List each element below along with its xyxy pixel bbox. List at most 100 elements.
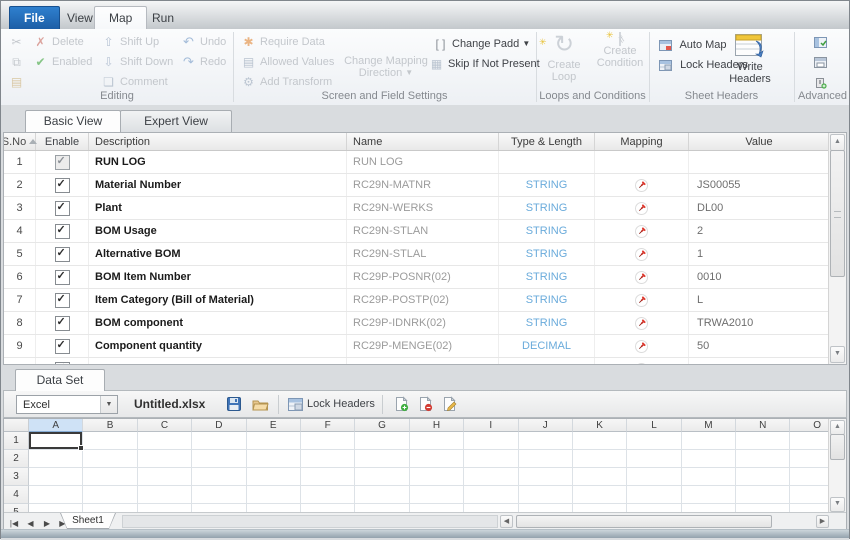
grid-cell[interactable] bbox=[301, 432, 355, 450]
grid-cell[interactable] bbox=[138, 468, 192, 486]
description-cell[interactable]: BOM component bbox=[89, 312, 347, 334]
tab-map[interactable]: Map bbox=[94, 6, 147, 29]
enable-checkbox[interactable] bbox=[55, 362, 70, 365]
description-cell[interactable]: Alternative BOM bbox=[89, 243, 347, 265]
grid-cell[interactable] bbox=[519, 486, 573, 504]
column-header-name[interactable]: Name bbox=[347, 133, 499, 150]
enable-checkbox[interactable] bbox=[55, 201, 70, 216]
delete-button[interactable]: ✗Delete bbox=[33, 34, 84, 50]
enabled-button[interactable]: ✔Enabled bbox=[33, 54, 92, 70]
redo-button[interactable]: ↷Redo bbox=[181, 54, 226, 70]
undo-button[interactable]: ↶Undo bbox=[181, 34, 226, 50]
lock-headers-toolbar-button[interactable]: Lock Headers bbox=[288, 395, 375, 414]
grid-cell[interactable] bbox=[736, 450, 790, 468]
mapper-row[interactable]: 7Item Category (Bill of Material)RC29P-P… bbox=[4, 289, 829, 312]
grid-column-header[interactable]: G bbox=[355, 419, 409, 432]
delete-sheet-button[interactable] bbox=[418, 395, 433, 414]
value-cell[interactable]: L bbox=[689, 289, 829, 311]
description-cell[interactable]: BOM Usage bbox=[89, 220, 347, 242]
scroll-thumb[interactable] bbox=[830, 434, 845, 460]
enable-checkbox[interactable] bbox=[55, 293, 70, 308]
grid-cell[interactable] bbox=[247, 450, 301, 468]
skip-if-not-present-button[interactable]: ▦Skip If Not Present bbox=[429, 56, 540, 72]
grid-cell[interactable] bbox=[355, 432, 409, 450]
grid-cell[interactable] bbox=[519, 468, 573, 486]
value-cell[interactable]: 2 bbox=[689, 220, 829, 242]
mapper-row[interactable]: 1RUN LOGRUN LOG bbox=[4, 151, 829, 174]
grid-column-header[interactable]: B bbox=[83, 419, 137, 432]
grid-column-header[interactable]: J bbox=[519, 419, 573, 432]
mapping-cell[interactable] bbox=[595, 335, 689, 357]
scroll-thumb[interactable] bbox=[830, 150, 845, 277]
grid-cell[interactable] bbox=[83, 450, 137, 468]
paste-button[interactable]: ▤ bbox=[9, 74, 28, 90]
write-headers-button[interactable]: Write Headers bbox=[723, 33, 777, 85]
column-header-mapping[interactable]: Mapping bbox=[595, 133, 689, 150]
grid-row-header[interactable]: 1 bbox=[4, 432, 29, 450]
grid-cell[interactable] bbox=[138, 432, 192, 450]
tab-data-set[interactable]: Data Set bbox=[15, 369, 105, 391]
description-cell[interactable]: RUN LOG bbox=[89, 151, 347, 173]
grid-column-header[interactable]: L bbox=[627, 419, 681, 432]
mapper-row[interactable]: 5Alternative BOMRC29N-STLALSTRING1 bbox=[4, 243, 829, 266]
description-cell[interactable]: Plant bbox=[89, 197, 347, 219]
mapping-cell[interactable] bbox=[595, 243, 689, 265]
grid-cell[interactable] bbox=[464, 450, 518, 468]
grid-cell[interactable] bbox=[29, 432, 83, 450]
value-cell[interactable]: 0010 bbox=[689, 266, 829, 288]
enable-cell[interactable] bbox=[36, 174, 89, 196]
mapper-vertical-scrollbar[interactable]: ▲ ▼ bbox=[828, 133, 846, 364]
grid-cell[interactable] bbox=[355, 450, 409, 468]
grid-cell[interactable] bbox=[790, 486, 829, 504]
grid-cell[interactable] bbox=[464, 468, 518, 486]
grid-cell[interactable] bbox=[736, 486, 790, 504]
tab-basic-view[interactable]: Basic View bbox=[25, 110, 121, 132]
mapper-row[interactable]: 9Component quantityRC29P-MENGE(02)DECIMA… bbox=[4, 335, 829, 358]
enable-cell[interactable] bbox=[36, 312, 89, 334]
type-cell[interactable]: STRING bbox=[499, 243, 595, 265]
grid-cell[interactable] bbox=[627, 468, 681, 486]
grid-cell[interactable] bbox=[192, 432, 246, 450]
scroll-down-button[interactable]: ▼ bbox=[830, 497, 845, 512]
add-sheet-button[interactable] bbox=[394, 395, 409, 414]
description-cell[interactable]: Component quantity bbox=[89, 335, 347, 357]
edit-sheet-button[interactable] bbox=[442, 395, 458, 414]
shift-up-button[interactable]: ⇧Shift Up bbox=[101, 34, 159, 50]
grid-cell[interactable] bbox=[301, 450, 355, 468]
grid-cell[interactable] bbox=[627, 432, 681, 450]
enable-cell[interactable] bbox=[36, 335, 89, 357]
require-data-button[interactable]: ✱Require Data bbox=[241, 34, 325, 50]
grid-column-header[interactable]: M bbox=[682, 419, 736, 432]
auto-map-button[interactable]: Auto Map bbox=[658, 37, 727, 53]
type-cell[interactable]: DECIMAL bbox=[499, 335, 595, 357]
grid-column-header[interactable]: E bbox=[247, 419, 301, 432]
mapper-row[interactable]: 4BOM UsageRC29N-STLANSTRING2 bbox=[4, 220, 829, 243]
grid-cell[interactable] bbox=[29, 450, 83, 468]
grid-cell[interactable] bbox=[519, 432, 573, 450]
scroll-right-button[interactable]: ▶ bbox=[816, 515, 829, 528]
value-cell[interactable]: TRWA2010 bbox=[689, 312, 829, 334]
grid-cell[interactable] bbox=[29, 486, 83, 504]
mapping-cell[interactable] bbox=[595, 358, 689, 364]
grid-column-header[interactable]: A bbox=[29, 419, 83, 432]
enable-cell[interactable] bbox=[36, 151, 89, 173]
enable-cell[interactable] bbox=[36, 358, 89, 364]
enable-cell[interactable] bbox=[36, 266, 89, 288]
enable-checkbox[interactable] bbox=[55, 178, 70, 193]
description-cell[interactable]: Material Number bbox=[89, 174, 347, 196]
horizontal-scroll-track[interactable] bbox=[122, 515, 498, 528]
grid-column-header[interactable]: C bbox=[138, 419, 192, 432]
scroll-down-button[interactable]: ▼ bbox=[830, 346, 845, 363]
mapper-row[interactable]: 3PlantRC29N-WERKSSTRINGDL00 bbox=[4, 197, 829, 220]
grid-cell[interactable] bbox=[682, 432, 736, 450]
grid-cell[interactable] bbox=[790, 450, 829, 468]
description-cell[interactable]: Item Category (Bill of Material) bbox=[89, 289, 347, 311]
format-select[interactable]: Excel▼ bbox=[16, 395, 118, 414]
mapping-cell[interactable] bbox=[595, 197, 689, 219]
grid-cell[interactable] bbox=[519, 450, 573, 468]
grid-cell[interactable] bbox=[192, 468, 246, 486]
enable-checkbox[interactable] bbox=[55, 247, 70, 262]
column-header-enable[interactable]: Enable bbox=[36, 133, 89, 150]
save-button[interactable] bbox=[226, 395, 242, 414]
grid-cell[interactable] bbox=[83, 468, 137, 486]
